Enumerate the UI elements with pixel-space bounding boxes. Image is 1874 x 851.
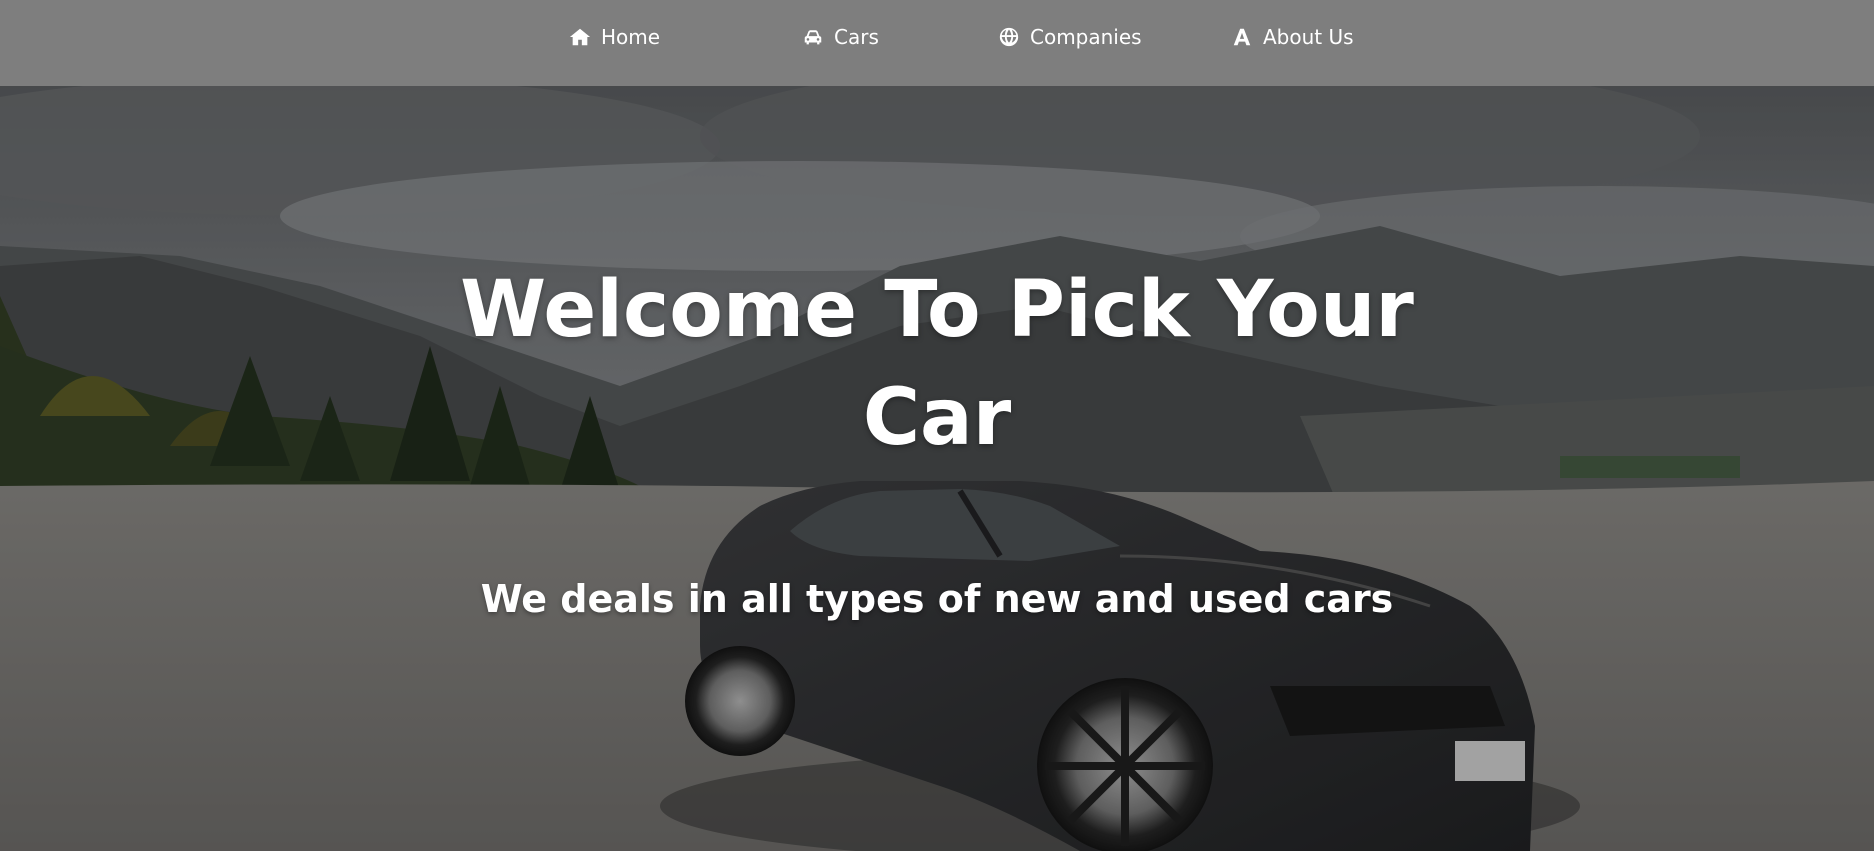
nav-item-companies[interactable]: Companies (997, 24, 1142, 50)
top-navigation: Home Cars Companies About Us (0, 0, 1874, 86)
nav-item-home-label: Home (601, 25, 661, 49)
hero-section: Welcome To Pick Your Car We deals in all… (0, 86, 1874, 851)
nav-item-cars-label: Cars (834, 25, 879, 49)
nav-item-cars[interactable]: Cars (801, 24, 879, 50)
nav-item-about-us[interactable]: About Us (1230, 24, 1354, 50)
letter-a-icon (1230, 25, 1254, 49)
nav-item-about-us-label: About Us (1263, 25, 1354, 49)
hero-title: Welcome To Pick Your Car (460, 265, 1414, 463)
car-icon (801, 25, 825, 49)
home-icon (568, 25, 592, 49)
nav-item-companies-label: Companies (1030, 25, 1142, 49)
globe-icon (997, 25, 1021, 49)
nav-item-home[interactable]: Home (568, 24, 660, 50)
hero-subtitle: We deals in all types of new and used ca… (480, 577, 1394, 621)
